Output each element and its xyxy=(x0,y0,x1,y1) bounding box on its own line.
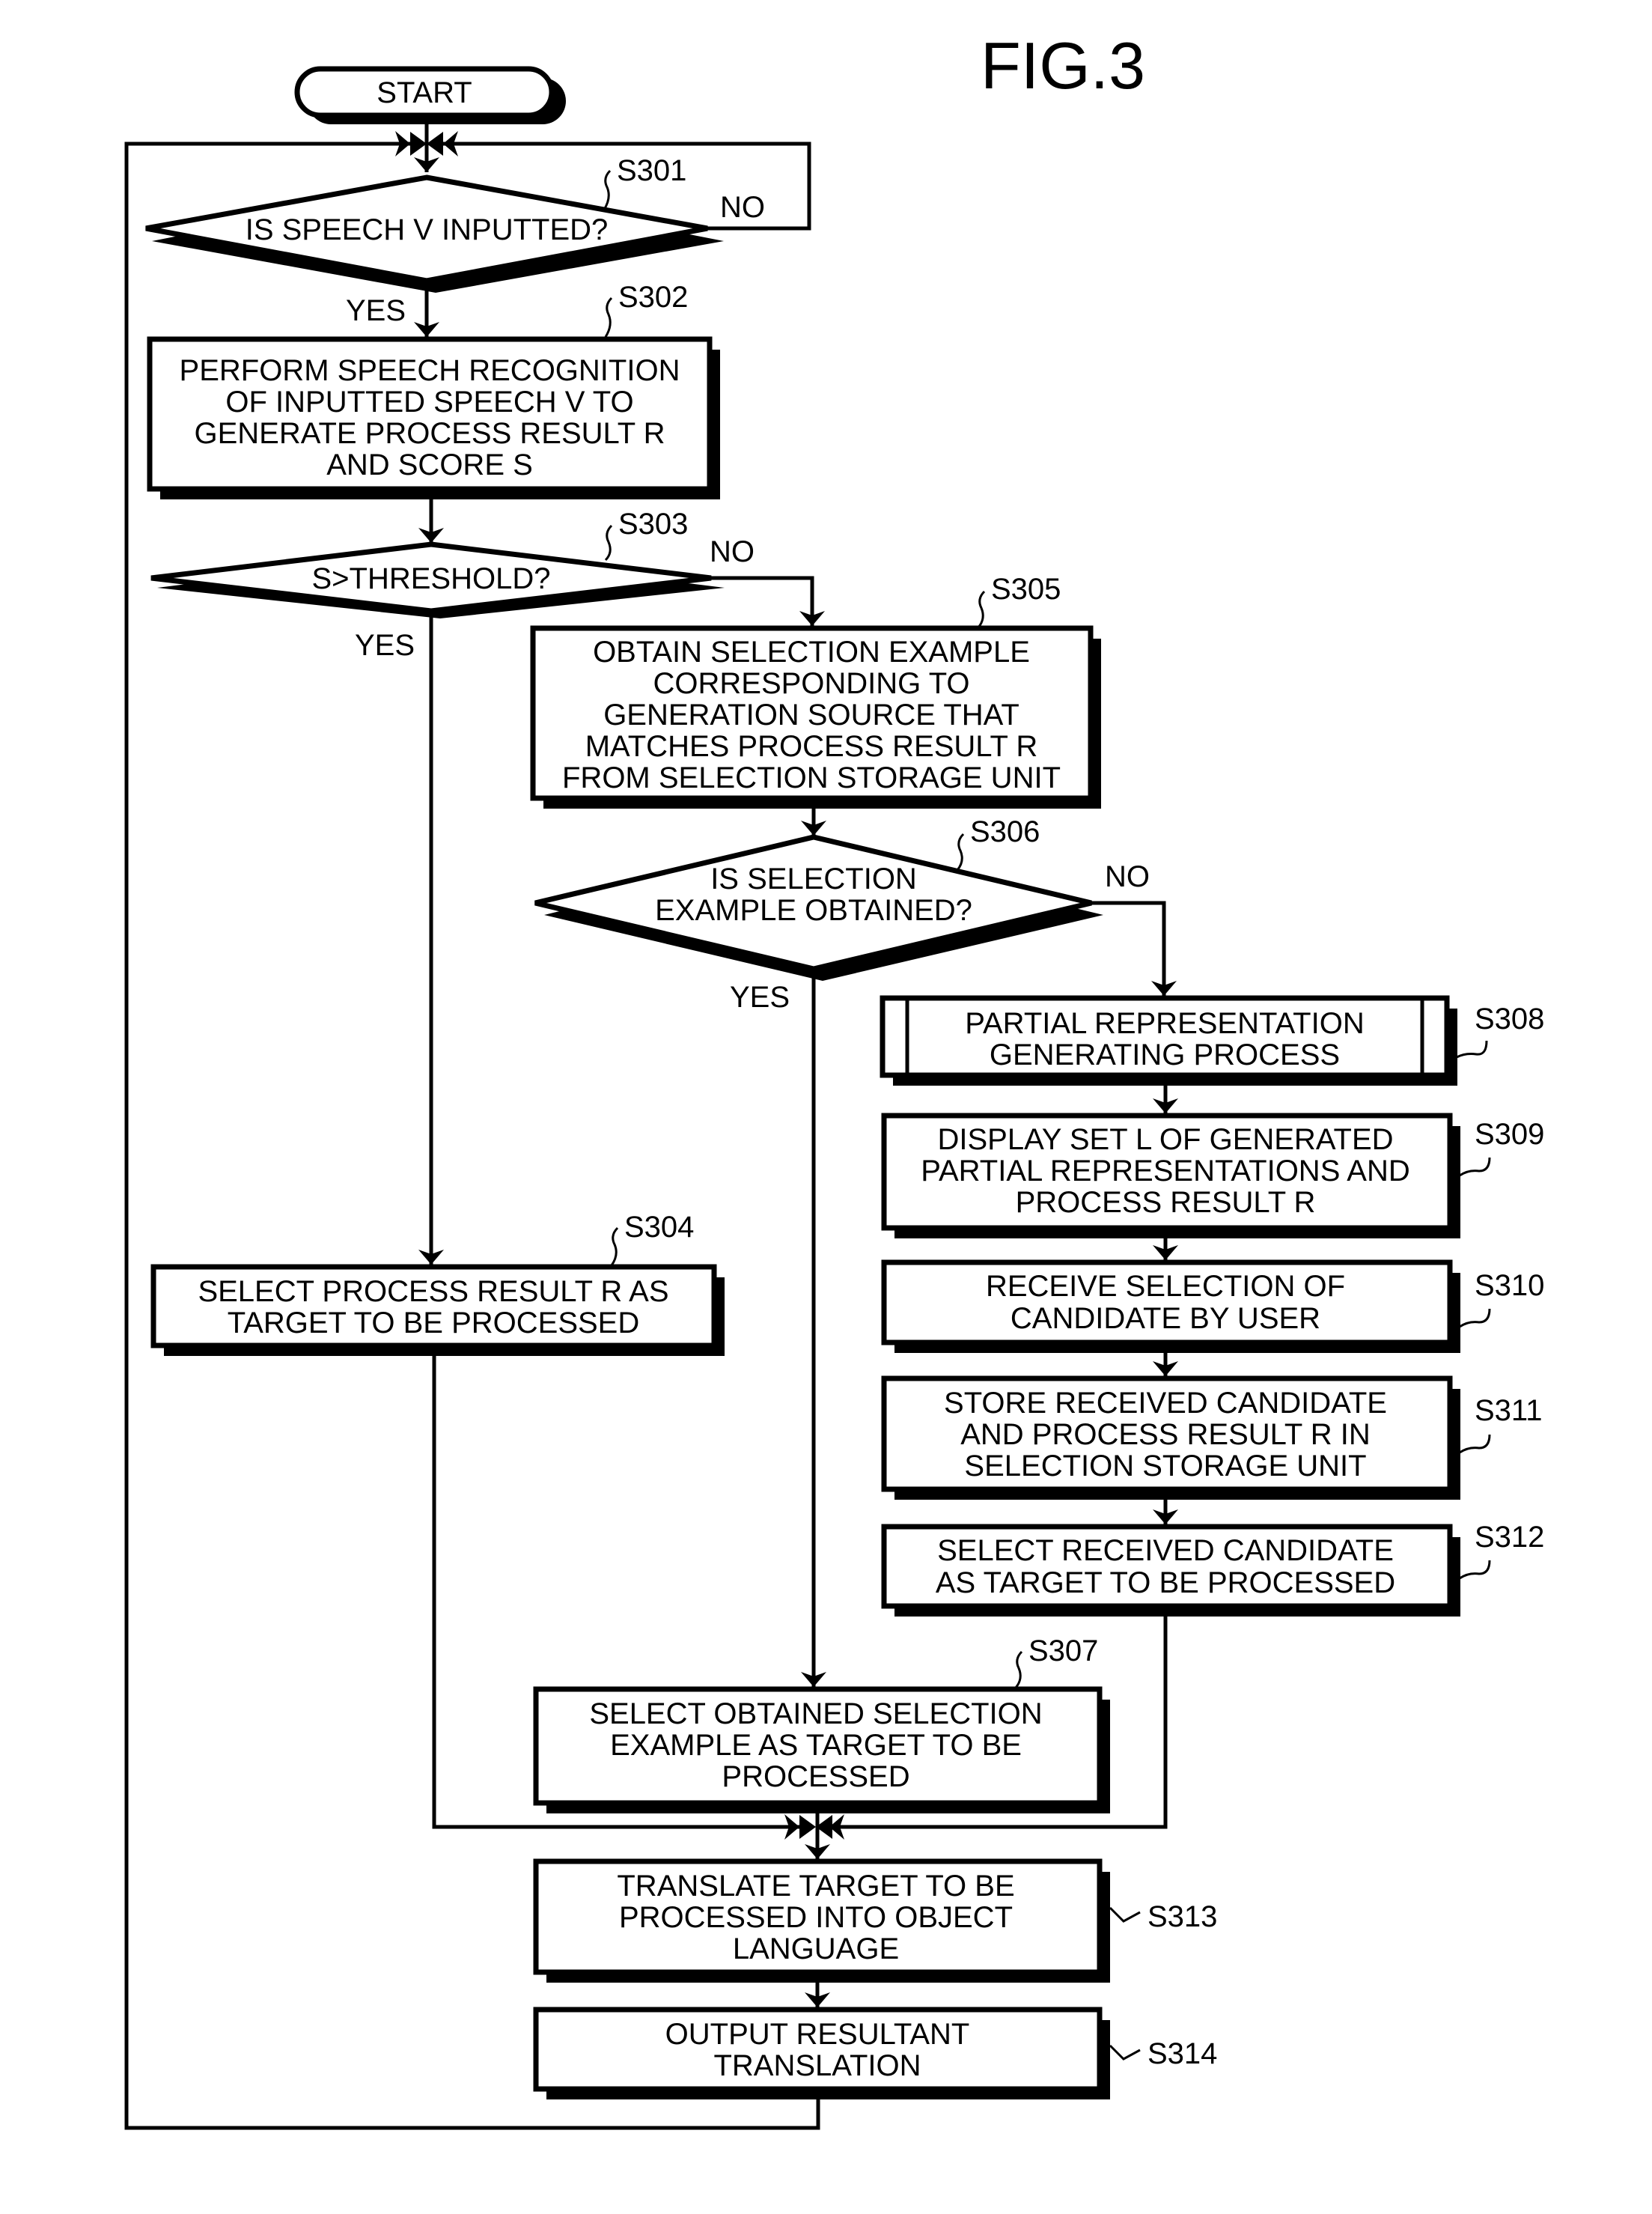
decision-s301: IS SPEECH V INPUTTED? xyxy=(145,174,724,293)
step-label-s303: S303 xyxy=(618,508,688,541)
process-s307-line: PROCESSED xyxy=(722,1760,909,1793)
process-s305-line: MATCHES PROCESS RESULT R xyxy=(585,730,1038,763)
process-s310: RECEIVE SELECTION OF CANDIDATE BY USER xyxy=(881,1259,1460,1353)
s306-yes-label: YES xyxy=(730,981,790,1014)
process-s313-line: LANGUAGE xyxy=(733,1932,899,1965)
connector-s303-no xyxy=(711,576,825,626)
process-s311-line: STORE RECEIVED CANDIDATE xyxy=(944,1387,1387,1420)
process-s302-line: PERFORM SPEECH RECOGNITION xyxy=(180,354,680,387)
process-s302-line: OF INPUTTED SPEECH V TO xyxy=(225,386,633,419)
step-label-s301: S301 xyxy=(617,154,686,187)
step-label-s302: S302 xyxy=(618,281,688,314)
figure-title: FIG.3 xyxy=(981,28,1145,103)
s303-yes-label: YES xyxy=(355,629,415,662)
process-s313: TRANSLATE TARGET TO BE PROCESSED INTO OB… xyxy=(533,1858,1110,1983)
s301-yes-label: YES xyxy=(346,294,406,327)
process-s302: PERFORM SPEECH RECOGNITION OF INPUTTED S… xyxy=(147,336,720,499)
process-s309: DISPLAY SET L OF GENERATED PARTIAL REPRE… xyxy=(881,1113,1460,1238)
step-label-s314: S314 xyxy=(1147,2037,1217,2070)
flowchart: FIG.3 START IS SPEECH V INPUTTED? PERFOR… xyxy=(124,28,1544,2130)
process-s305-line: CORRESPONDING TO xyxy=(653,667,969,700)
start-label: START xyxy=(377,76,472,109)
connector-s306-no xyxy=(1091,901,1177,996)
process-s305-line: FROM SELECTION STORAGE UNIT xyxy=(562,761,1061,794)
decision-s303-text: S>THRESHOLD? xyxy=(312,562,551,595)
process-s311-line: AND PROCESS RESULT R IN xyxy=(960,1418,1371,1451)
process-s307: SELECT OBTAINED SELECTION EXAMPLE AS TAR… xyxy=(533,1686,1110,1813)
s301-no-label: NO xyxy=(720,191,765,224)
decision-s303: S>THRESHOLD? xyxy=(150,541,725,618)
start-terminator: START xyxy=(294,66,566,124)
subprocess-s308-line: PARTIAL REPRESENTATION xyxy=(965,1007,1364,1040)
process-s302-line: AND SCORE S xyxy=(326,448,533,481)
decision-s306: IS SELECTION EXAMPLE OBTAINED? xyxy=(534,834,1103,981)
process-s307-line: SELECT OBTAINED SELECTION xyxy=(589,1697,1042,1730)
process-s314-line: TRANSLATION xyxy=(713,2049,921,2082)
process-s311-line: SELECTION STORAGE UNIT xyxy=(964,1450,1366,1482)
step-label-s304: S304 xyxy=(624,1211,694,1244)
process-s314-line: OUTPUT RESULTANT xyxy=(665,2018,970,2051)
step-label-s309: S309 xyxy=(1475,1118,1544,1151)
subprocess-s308-line: GENERATING PROCESS xyxy=(990,1038,1340,1071)
process-s313-line: PROCESSED INTO OBJECT xyxy=(619,1901,1013,1934)
process-s307-line: EXAMPLE AS TARGET TO BE xyxy=(610,1729,1022,1762)
process-s313-line: TRANSLATE TARGET TO BE xyxy=(617,1870,1014,1903)
process-s305-line: GENERATION SOURCE THAT xyxy=(603,699,1019,732)
s303-no-label: NO xyxy=(710,535,755,568)
step-label-s310: S310 xyxy=(1475,1269,1544,1302)
process-s309-line: DISPLAY SET L OF GENERATED xyxy=(937,1123,1393,1156)
process-s314: OUTPUT RESULTANT TRANSLATION xyxy=(533,2007,1110,2099)
step-label-s313: S313 xyxy=(1147,1900,1217,1933)
decision-s301-text: IS SPEECH V INPUTTED? xyxy=(246,213,609,246)
process-s304-line: TARGET TO BE PROCESSED xyxy=(228,1307,640,1339)
s306-no-label: NO xyxy=(1105,860,1150,893)
process-s311: STORE RECEIVED CANDIDATE AND PROCESS RES… xyxy=(881,1375,1460,1500)
process-s305-line: OBTAIN SELECTION EXAMPLE xyxy=(593,636,1030,669)
decision-s306-text: EXAMPLE OBTAINED? xyxy=(655,894,972,927)
step-label-s305: S305 xyxy=(991,573,1061,606)
process-s312-line: SELECT RECEIVED CANDIDATE xyxy=(937,1534,1394,1567)
process-s304-line: SELECT PROCESS RESULT R AS xyxy=(198,1275,668,1308)
process-s310-line: CANDIDATE BY USER xyxy=(1011,1302,1320,1335)
decision-s306-text: IS SELECTION xyxy=(710,863,917,895)
subprocess-s308: PARTIAL REPRESENTATION GENERATING PROCES… xyxy=(880,995,1457,1086)
process-s309-line: PARTIAL REPRESENTATIONS AND xyxy=(921,1155,1409,1187)
process-s305: OBTAIN SELECTION EXAMPLE CORRESPONDING T… xyxy=(530,625,1101,809)
step-label-s306: S306 xyxy=(970,815,1040,848)
step-label-s307: S307 xyxy=(1028,1634,1098,1667)
process-s310-line: RECEIVE SELECTION OF xyxy=(986,1270,1345,1303)
process-s312: SELECT RECEIVED CANDIDATE AS TARGET TO B… xyxy=(881,1524,1460,1617)
step-label-s308: S308 xyxy=(1475,1003,1544,1035)
step-label-s312: S312 xyxy=(1475,1521,1544,1554)
step-label-s311: S311 xyxy=(1475,1394,1542,1427)
process-s309-line: PROCESS RESULT R xyxy=(1016,1186,1316,1219)
process-s304: SELECT PROCESS RESULT R AS TARGET TO BE … xyxy=(150,1264,725,1356)
process-s302-line: GENERATE PROCESS RESULT R xyxy=(194,417,665,450)
process-s312-line: AS TARGET TO BE PROCESSED xyxy=(936,1566,1395,1599)
